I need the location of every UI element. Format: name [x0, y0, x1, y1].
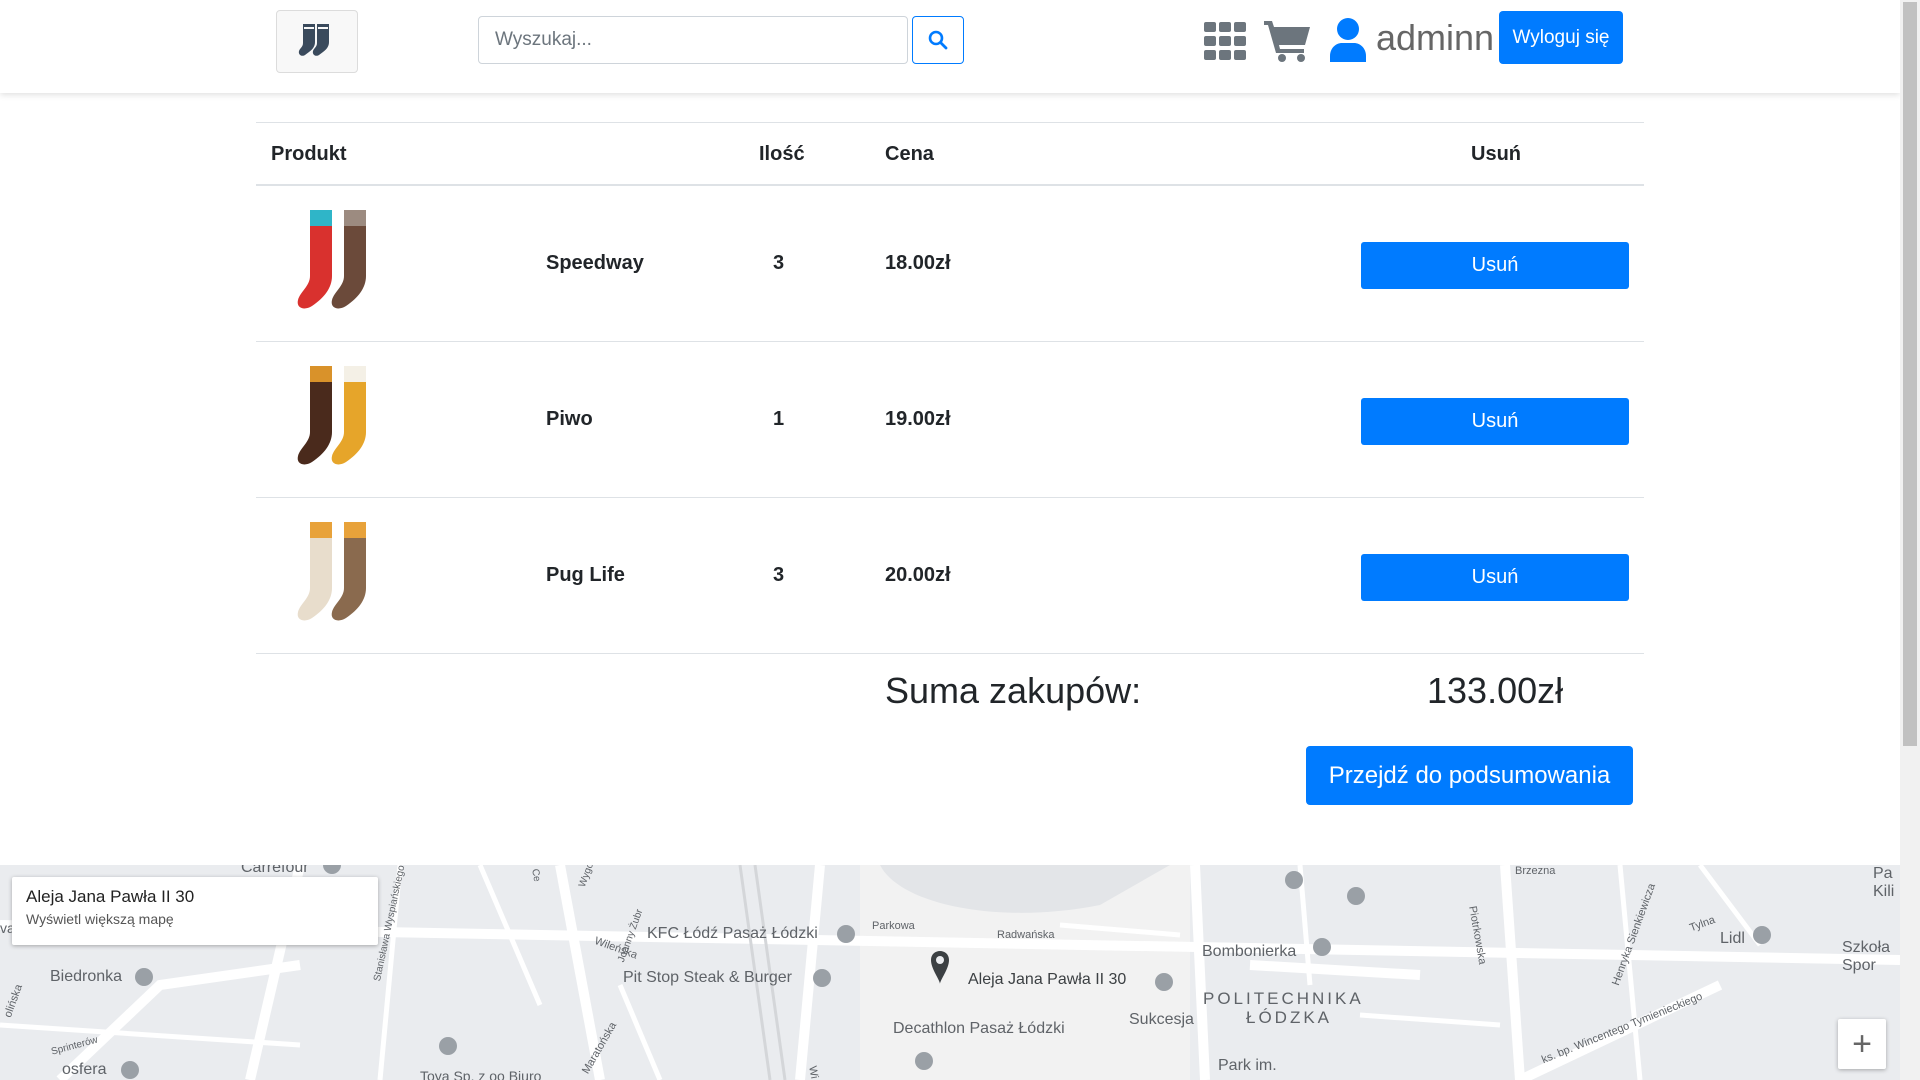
- map-label-park: Park im.: [1218, 1057, 1277, 1074]
- map-label-lidl: Lidl: [1720, 930, 1745, 947]
- column-remove: Usuń: [1471, 143, 1521, 165]
- product-price: 19.00zł: [885, 408, 951, 430]
- product-name: Piwo: [546, 408, 593, 430]
- search-button[interactable]: [912, 16, 964, 64]
- map-label-sukcesja: Sukcesja: [1129, 1011, 1194, 1028]
- map-card-address: Aleja Jana Pawła II 30: [26, 887, 195, 906]
- remove-button[interactable]: Usuń: [1361, 242, 1629, 289]
- view-larger-map-link[interactable]: Wyświetl większą mapę: [26, 911, 364, 927]
- cart-icon[interactable]: [1264, 18, 1312, 62]
- map-label-biedronka: Biedronka: [50, 968, 123, 985]
- product-name: Pug Life: [546, 564, 625, 586]
- column-price: Cena: [885, 143, 934, 165]
- map-info-card: Aleja Jana Pawła II 30 Wyświetl większą …: [12, 877, 378, 945]
- column-quantity: Ilość: [759, 143, 805, 165]
- user-icon[interactable]: [1330, 18, 1366, 62]
- product-price: 18.00zł: [885, 252, 951, 274]
- zoom-in-button[interactable]: +: [1838, 1019, 1886, 1069]
- search-input[interactable]: [478, 16, 908, 64]
- map-label-toya: Toya Sp. z oo Biuro: [420, 1068, 542, 1080]
- map-label-osfera: osfera: [62, 1061, 107, 1078]
- map-label-decathlon: Decathlon Pasaż Łódzki: [893, 1020, 1065, 1037]
- map-label-kfc: KFC Łódź Pasaż Łódzki: [647, 925, 818, 942]
- product-image[interactable]: [280, 518, 390, 634]
- username-label[interactable]: adminn: [1376, 14, 1494, 62]
- search-icon: [928, 30, 948, 50]
- map-pin-label: Aleja Jana Pawła II 30: [968, 971, 1127, 988]
- map-label-ce: Ce: [529, 868, 543, 883]
- socks-logo-icon[interactable]: [276, 10, 358, 73]
- cart-row: Speedway 3 18.00zł Usuń: [256, 186, 1644, 342]
- total-label: Suma zakupów:: [885, 670, 1142, 711]
- product-quantity: 3: [773, 252, 785, 274]
- product-name: Speedway: [546, 252, 644, 274]
- map-label-radwanska: Radwańska: [997, 929, 1055, 941]
- grid-icon[interactable]: [1204, 22, 1246, 60]
- map-label-lodzka: ŁÓDZKA: [1246, 1008, 1333, 1027]
- map-label-brzezna: Brzezna: [1515, 865, 1556, 877]
- navbar: adminn Wyloguj się: [0, 0, 1900, 93]
- map-label-bombonierka: Bombonierka: [1202, 943, 1297, 960]
- product-quantity: 1: [773, 408, 785, 430]
- total-value: 133.00zł: [1427, 670, 1564, 711]
- product-price: 20.00zł: [885, 564, 951, 586]
- map-label-kili: Pa Kili: [1873, 865, 1895, 900]
- cart-table-header: Produkt Ilość Cena Usuń: [256, 122, 1644, 186]
- map-label-parkowa: Parkowa: [872, 920, 915, 932]
- map-label-szkola: Szkoła Spor: [1842, 939, 1891, 974]
- map-label-pitstop: Pit Stop Steak & Burger: [623, 969, 792, 986]
- product-image[interactable]: [280, 362, 390, 478]
- map-label-wi: Wi: [806, 1065, 821, 1080]
- product-image[interactable]: [280, 206, 390, 322]
- scrollbar[interactable]: [1900, 0, 1920, 1080]
- remove-button[interactable]: Usuń: [1361, 554, 1629, 601]
- map-label-politechnika: POLITECHNIKA: [1203, 989, 1364, 1008]
- cart-row: Piwo 1 19.00zł Usuń: [256, 342, 1644, 498]
- checkout-button[interactable]: Przejdź do podsumowania: [1306, 746, 1633, 805]
- scrollbar-thumb[interactable]: [1903, 2, 1917, 746]
- cart-row: Pug Life 3 20.00zł Usuń: [256, 498, 1644, 654]
- remove-button[interactable]: Usuń: [1361, 398, 1629, 445]
- logout-button[interactable]: Wyloguj się: [1499, 11, 1623, 64]
- map-label-carrefour: Carrefour: [241, 865, 309, 876]
- map-embed[interactable]: Carrefour Biedronka KFC Łódź Pasaż Łódzk…: [0, 865, 1900, 1080]
- cart-table: Produkt Ilość Cena Usuń Speedway 3 18.00…: [256, 122, 1644, 654]
- column-product: Produkt: [271, 143, 347, 165]
- product-quantity: 3: [773, 564, 785, 586]
